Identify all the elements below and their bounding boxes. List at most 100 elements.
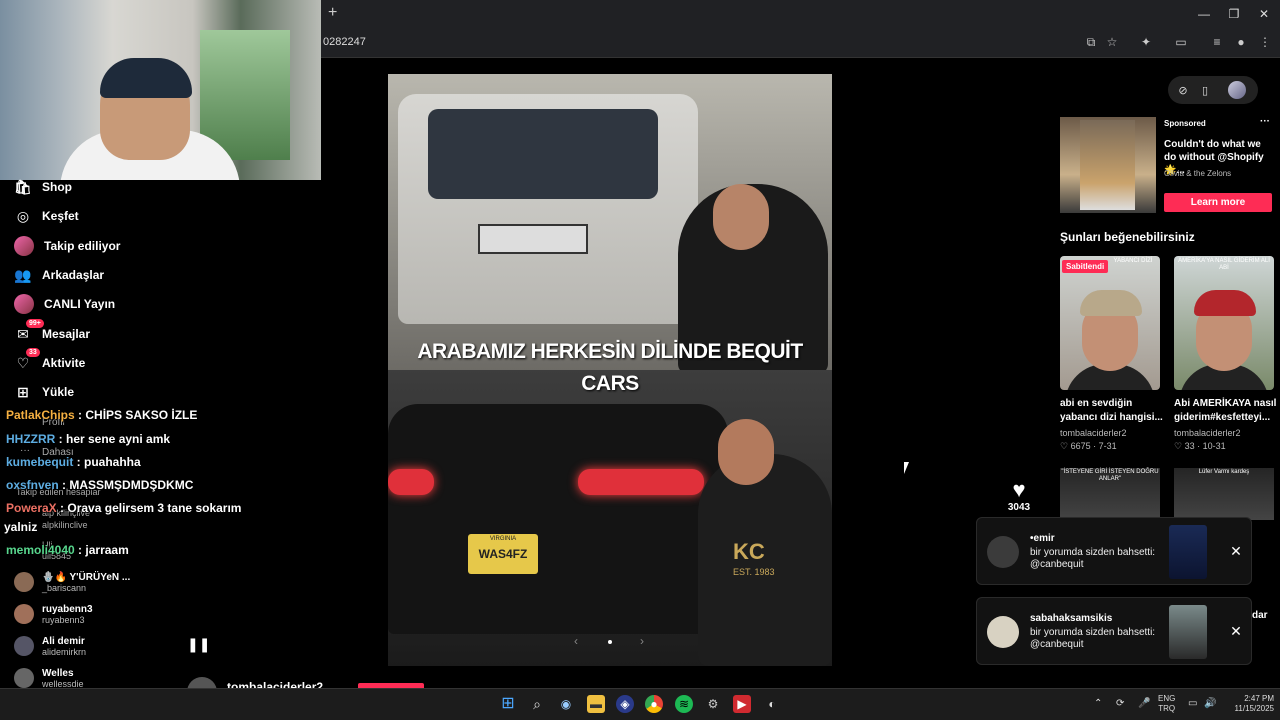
tray-chevron-icon[interactable]: ⌃ [1094,698,1102,709]
keyboard-code: TRQ [1158,704,1176,713]
heart-icon[interactable]: ♥ [1008,479,1030,501]
avatar [987,616,1019,648]
sync-icon[interactable]: ⟳ [1116,698,1124,709]
suggestions-title: Şunları beğenebilirsiniz [1060,230,1195,244]
close-window-button[interactable]: ✕ [1256,6,1272,22]
notification-toast[interactable]: sabahaksamsikis bir yorumda sizden bahse… [976,597,1252,665]
extensions-icon[interactable]: ✦ [1139,35,1153,49]
like-count: 33 [1184,441,1195,451]
sidebar-item-label: Aktivite [42,356,86,370]
chat-user: kumebequit [6,455,74,469]
spotify-icon[interactable]: ≋ [675,695,693,713]
suggested-video-thumbnail[interactable] [1174,256,1274,390]
chat-message: PoweraX : Orava gelirsem 3 tane sokarım [6,501,242,515]
avatar [14,604,34,624]
thumb-overlay-text: Lüfer Varmı kardeş [1198,469,1250,475]
chat-message: HHZZRR : her sene ayni amk [6,432,171,446]
chrome-icon[interactable]: ● [645,695,663,713]
close-icon[interactable]: ✕ [1229,624,1243,638]
new-tab-button[interactable]: + [328,4,342,22]
suggested-video-meta: ♡ 33 · 10-31 [1174,441,1226,451]
coin-icon[interactable]: ⊘ [1176,84,1190,98]
chat-message: kumebequit : puahahha [6,455,141,469]
reading-list-icon[interactable]: ≡ [1210,35,1224,49]
suggested-video-caption[interactable]: Abi AMERİKAYA nasıl giderim#kesfetteyi..… [1174,397,1280,425]
bookmark-star-icon[interactable]: ☆ [1105,35,1119,49]
sidebar-item-friends[interactable]: 👥 Arkadaşlar [14,264,104,286]
recorder-app-icon[interactable]: ▶ [733,695,751,713]
phone-icon[interactable]: ▯ [1198,84,1212,98]
sidebar-item-following[interactable]: Takip ediliyor [14,235,120,257]
search-icon[interactable]: ⌕ [528,695,546,713]
chat-user: HHZZRR [6,432,56,446]
shop-icon: 🛍 [14,178,32,195]
steam-icon[interactable]: ◉ [557,695,575,713]
video-player[interactable]: WAS4FZ VIRGINIA KC EST. 1983 ARABAMIZ HE… [388,74,832,666]
chat-user: PatlakChips [6,408,75,422]
prev-slide-arrow[interactable]: ‹ [574,634,578,648]
sidebar-item-activity[interactable]: ♡ 33 Aktivite [14,348,86,374]
following-account[interactable]: 🪬🔥 Y'ÜRÜYeN ... _bariscann [14,567,130,597]
sidebar-item-upload[interactable]: ⊞ Yükle [14,381,74,403]
install-app-icon[interactable]: ⧉ [1084,35,1098,49]
suggested-video-author[interactable]: tombalaciderler2 [1174,428,1241,438]
sidebar-item-shop[interactable]: 🛍 Shop [14,176,72,198]
file-explorer-icon[interactable]: ▬ [587,695,605,713]
suggested-video-meta: ♡ 6675 · 7-31 [1060,441,1117,451]
cast-icon[interactable]: ▭ [1174,35,1188,49]
user-avatar[interactable] [1228,81,1246,99]
chat-message: memoli4040 : jarraam [6,543,129,557]
network-icon[interactable]: ▭ [1188,698,1197,709]
address-bar[interactable] [321,28,1280,58]
ad-author[interactable]: Olivia & the Zelons [1164,169,1231,178]
close-icon[interactable]: ✕ [1229,544,1243,558]
mouse-cursor [904,462,909,474]
sidebar-item-explore[interactable]: ◎ Keşfet [14,205,79,227]
next-slide-arrow[interactable]: › [640,634,644,648]
windows-start-icon[interactable]: ⊞ [499,695,517,713]
settings-gear-icon[interactable]: ⚙ [704,695,722,713]
person-head [718,419,774,485]
app-icon[interactable]: ◈ [616,695,634,713]
post-date: 7-31 [1098,441,1117,451]
sidebar-item-live[interactable]: CANLI Yayın [14,293,115,315]
url-text[interactable]: 0282247 [323,36,366,48]
suggested-video-caption[interactable]: abi en sevdiğin yabancı dizi hangisi... [1060,397,1168,425]
profile-icon[interactable]: ● [1234,35,1248,49]
restore-button[interactable]: ❐ [1226,6,1242,22]
minimize-button[interactable]: — [1196,6,1212,22]
sidebar-item-label: Mesajlar [42,327,91,341]
learn-more-button[interactable]: Learn more [1164,193,1272,212]
account-handle: ruyabenn3 [42,614,85,625]
pause-icon[interactable]: ❚❚ [187,636,210,652]
sidebar-item-label: Shop [42,180,72,194]
following-account[interactable]: Ali demir alidemirkrn [14,631,86,661]
tail-light [578,469,704,495]
obs-app-icon[interactable]: ◐ [763,695,781,713]
person-figure [698,454,832,666]
menu-icon[interactable]: ⋮ [1258,35,1272,49]
taskbar-clock[interactable]: 2:47 PM 11/15/2025 [1222,694,1274,714]
notification-toast[interactable]: •emir bir yorumda sizden bahsetti: @canb… [976,517,1252,585]
chat-user: oxsfnven [6,478,59,492]
chat-text: jarraam [85,543,129,557]
sidebar-item-label: Yükle [42,385,75,399]
microphone-icon[interactable]: 🎤 [1138,698,1150,709]
suggested-video-thumbnail[interactable] [1060,256,1160,390]
chat-text: her sene ayni amk [66,432,171,446]
language-indicator[interactable]: ENG TRQ [1158,694,1175,714]
clock-time: 2:47 PM [1244,694,1274,703]
ad-thumbnail[interactable] [1060,117,1156,213]
ad-more-icon[interactable]: ··· [1260,116,1270,127]
sidebar-item-label: Takip ediliyor [44,239,121,253]
volume-icon[interactable]: 🔊 [1204,698,1216,709]
ghost-account-handle: alpkilinclive [42,520,88,530]
avatar [14,668,34,688]
partial-text: dar [1252,610,1268,621]
sidebar-item-label: Keşfet [42,209,79,223]
following-account[interactable]: ruyabenn3 ruyabenn3 [14,599,93,629]
suggested-video-author[interactable]: tombalaciderler2 [1060,428,1127,438]
sidebar-item-messages[interactable]: ✉ 99+ Mesajlar [14,319,91,345]
windows-taskbar [0,688,1280,720]
notification-user: sabahaksamsikis [1030,613,1113,624]
